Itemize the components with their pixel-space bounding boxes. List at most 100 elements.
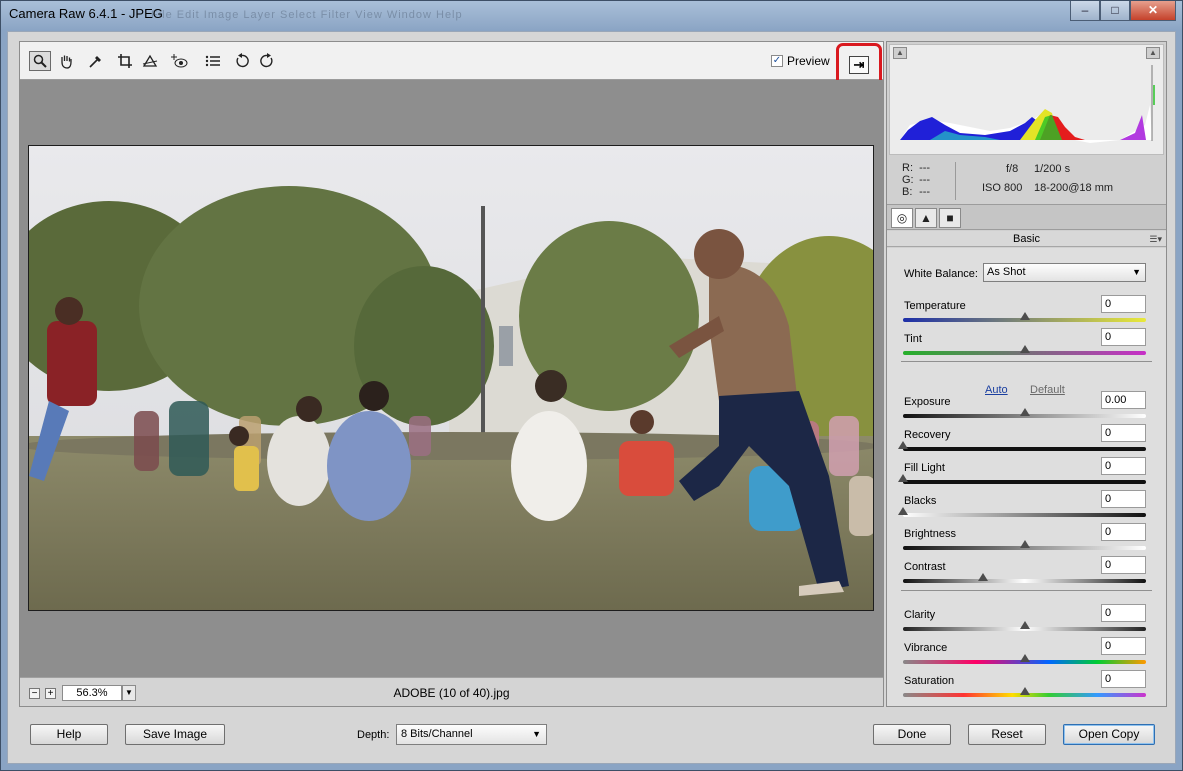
temperature-label: Temperature: [904, 300, 966, 312]
close-button[interactable]: ✕: [1130, 1, 1176, 21]
background-menu-ghost: File Edit Image Layer Select Filter View…: [151, 9, 463, 21]
maximize-button[interactable]: □: [1100, 1, 1130, 21]
info-divider: [955, 162, 956, 200]
tint-label: Tint: [904, 333, 922, 345]
exposure-label: Exposure: [904, 396, 951, 408]
window-title: Camera Raw 6.4.1 - JPEG: [9, 6, 163, 21]
preview-toggle[interactable]: ✓ Preview: [771, 54, 830, 68]
tint-slider-row: Tint 0: [887, 328, 1166, 366]
fill-light-label: Fill Light: [904, 462, 945, 474]
help-button[interactable]: Help: [30, 724, 108, 745]
white-balance-tool-icon[interactable]: [85, 51, 107, 71]
auto-link[interactable]: Auto: [985, 384, 1008, 396]
basic-tab-icon[interactable]: ◎: [891, 208, 913, 228]
clarity-value-field[interactable]: 0: [1101, 604, 1146, 622]
done-button[interactable]: Done: [873, 724, 951, 745]
tool-bar: ✓ Preview ⇥: [20, 42, 883, 87]
panel-menu-icon[interactable]: ☰▾: [1149, 231, 1162, 247]
window-controls: – □ ✕: [1070, 1, 1176, 21]
minimize-button[interactable]: –: [1070, 1, 1100, 21]
clarity-slider-thumb[interactable]: [1019, 621, 1030, 629]
histogram-graph: [900, 65, 1155, 143]
hand-tool-icon[interactable]: [55, 51, 77, 71]
title-bar: Camera Raw 6.4.1 - JPEG File Edit Image …: [1, 1, 1182, 31]
rotate-cw-icon[interactable]: [256, 51, 278, 71]
histogram: ▲ ▲: [889, 44, 1164, 155]
status-bar: − + 56.3% ▼ ADOBE (10 of 40).jpg: [20, 677, 883, 706]
depth-select[interactable]: 8 Bits/Channel ▼: [396, 724, 547, 745]
section-header: Basic ☰▾: [887, 231, 1166, 247]
g-readout: G: ---: [902, 174, 931, 186]
white-balance-label: White Balance:: [904, 268, 978, 280]
vibrance-label: Vibrance: [904, 642, 948, 654]
fill-light-value-field[interactable]: 0: [1101, 457, 1146, 475]
tint-value-field[interactable]: 0: [1101, 328, 1146, 346]
contrast-slider-thumb[interactable]: [978, 573, 989, 581]
white-balance-select[interactable]: As Shot ▼: [983, 263, 1146, 282]
reset-button[interactable]: Reset: [968, 724, 1046, 745]
red-eye-tool-icon[interactable]: [168, 51, 190, 71]
r-readout: R: ---: [902, 162, 931, 174]
blacks-value-field[interactable]: 0: [1101, 490, 1146, 508]
contrast-slider-track[interactable]: [903, 579, 1146, 583]
fill-light-slider-thumb[interactable]: [898, 474, 908, 482]
tint-slider-thumb[interactable]: [1019, 345, 1030, 353]
straighten-tool-icon[interactable]: [139, 51, 161, 71]
recovery-slider-track[interactable]: [903, 447, 1146, 451]
recovery-label: Recovery: [904, 429, 951, 441]
contrast-label: Contrast: [904, 561, 946, 573]
filename-label: ADOBE (10 of 40).jpg: [393, 686, 510, 700]
zoom-tool-icon[interactable]: [29, 51, 51, 71]
temperature-slider-thumb[interactable]: [1019, 312, 1030, 320]
brightness-label: Brightness: [904, 528, 956, 540]
preferences-list-icon[interactable]: [202, 51, 224, 71]
open-copy-button[interactable]: Open Copy: [1063, 724, 1155, 745]
vibrance-value-field[interactable]: 0: [1101, 637, 1146, 655]
preview-label: Preview: [787, 54, 830, 68]
save-image-button[interactable]: Save Image: [125, 724, 225, 745]
iso-value: ISO 800: [982, 182, 1023, 194]
preview-checkbox[interactable]: ✓: [771, 55, 783, 67]
dialog-body: ✓ Preview ⇥ − + 56.3% ▼ ADOBE (10 of 40)…: [7, 31, 1176, 764]
white-balance-value: As Shot: [987, 266, 1026, 278]
contrast-value-field[interactable]: 0: [1101, 556, 1146, 574]
blacks-slider-thumb[interactable]: [898, 507, 908, 515]
saturation-value-field[interactable]: 0: [1101, 670, 1146, 688]
brightness-slider-thumb[interactable]: [1019, 540, 1030, 548]
recovery-value-field[interactable]: 0: [1101, 424, 1146, 442]
clarity-label: Clarity: [904, 609, 936, 621]
recovery-slider-thumb[interactable]: [898, 441, 908, 449]
adjustments-panel: ▲ ▲ R: --- G: --- B: --- f/8 1/200 s ISO…: [886, 41, 1167, 707]
contrast-slider-row: Contrast 0: [887, 556, 1166, 594]
saturation-label: Saturation: [904, 675, 955, 687]
tone-curve-tab-icon[interactable]: ▲: [915, 208, 937, 228]
rotate-ccw-icon[interactable]: [231, 51, 253, 71]
blacks-slider-track[interactable]: [903, 513, 1146, 517]
brightness-value-field[interactable]: 0: [1101, 523, 1146, 541]
fullscreen-icon: ⇥: [849, 56, 869, 74]
image-viewer: ✓ Preview ⇥ − + 56.3% ▼ ADOBE (10 of 40)…: [19, 41, 884, 707]
depth-label: Depth:: [357, 729, 390, 741]
saturation-slider-thumb[interactable]: [1019, 687, 1030, 695]
section-title: Basic: [1013, 233, 1040, 245]
saturation-slider-row: Saturation 0: [887, 670, 1166, 708]
photo-scene: [29, 146, 873, 610]
camera-calibration-tab-icon[interactable]: ■: [939, 208, 961, 228]
exposure-value-field[interactable]: 0.00: [1101, 391, 1146, 409]
blacks-label: Blacks: [904, 495, 937, 507]
panel-tabs: ◎ ▲ ■: [887, 204, 1166, 230]
chevron-down-icon: ▼: [532, 729, 541, 739]
temperature-value-field[interactable]: 0: [1101, 295, 1146, 313]
preview-canvas: [20, 80, 883, 677]
aperture-value: f/8: [1006, 163, 1019, 175]
fill-light-slider-track[interactable]: [903, 480, 1146, 484]
depth-value: 8 Bits/Channel: [401, 728, 473, 740]
basic-adjustments: White Balance: As Shot ▼ Auto Default Te…: [887, 248, 1166, 706]
crop-tool-icon[interactable]: [114, 51, 136, 71]
chevron-down-icon: ▼: [1132, 267, 1141, 277]
default-link[interactable]: Default: [1030, 384, 1065, 396]
exposure-slider-thumb[interactable]: [1019, 408, 1030, 416]
lens-value: 18-200@18 mm: [1034, 182, 1114, 194]
b-readout: B: ---: [902, 186, 931, 198]
vibrance-slider-thumb[interactable]: [1019, 654, 1030, 662]
